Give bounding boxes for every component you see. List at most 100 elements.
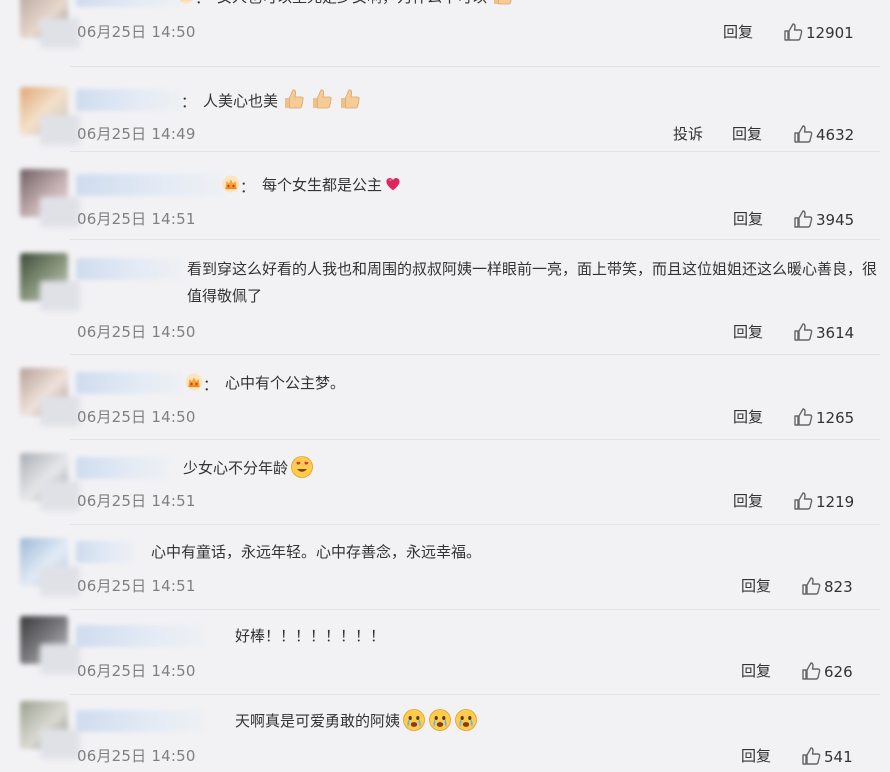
like-count: 3945 [816, 211, 855, 229]
avatar-blur-mask [40, 566, 80, 596]
like-count: 3614 [816, 324, 855, 342]
like-count: 1265 [816, 409, 855, 427]
comment-text-content: 心中有个公主梦。 [225, 374, 346, 392]
comment-text-content: 好棒！！！！！！！！ [235, 627, 386, 645]
comment-item: ：少女心不分年龄06月25日 14:51回复1219 [0, 440, 880, 525]
reply-button[interactable]: 回复 [741, 660, 771, 681]
report-button[interactable]: 投诉 [673, 123, 703, 144]
crying-face-icon [402, 708, 426, 732]
comment-text-content: 看到穿这么好看的人我也和周围的叔叔阿姨一样眼前一亮，面上带笑，而且这位姐姐还这么… [187, 260, 878, 305]
like-button[interactable]: 3614 [793, 322, 854, 342]
comment-text: 每个女生都是公主 [262, 172, 402, 202]
comment-item: ：好棒！！！！！！！！06月25日 14:50回复626 [0, 610, 880, 695]
reply-button[interactable]: 回复 [741, 745, 771, 766]
thumbs-up-outline-icon [793, 210, 816, 229]
crown-badge-icon [222, 175, 240, 193]
reply-button[interactable]: 回复 [733, 406, 763, 427]
thumbs-up-icon [282, 87, 306, 111]
reply-button[interactable]: 回复 [732, 123, 762, 144]
thumbs-up-outline-icon [793, 125, 816, 144]
comment-text: 人美心也美 [203, 87, 362, 115]
comment-item: ： 每个女生都是公主 06月25日 14:51 回复 3945 [0, 152, 880, 240]
crying-face-icon [428, 708, 452, 732]
avatar-blur-mask [40, 197, 80, 227]
username-redacted[interactable] [76, 0, 181, 7]
thumbs-up-outline-icon [793, 492, 816, 511]
username-redacted[interactable] [76, 457, 168, 479]
comment-text-content: 女人也可以至死是少女啊，为什么不可以 [217, 0, 487, 6]
avatar-blur-mask [40, 18, 80, 48]
like-button[interactable]: 823 [801, 576, 853, 596]
comment-item: 看到穿这么好看的人我也和周围的叔叔阿姨一样眼前一亮，面上带笑，而且这位姐姐还这么… [0, 240, 880, 355]
comment-text: 好棒！！！！！！！！ [235, 623, 385, 650]
thumbs-up-outline-icon [801, 747, 824, 766]
avatar-blur-mask [40, 115, 80, 145]
comment-timestamp: 06月25日 14:51 [77, 492, 196, 510]
comment-text-content: 每个女生都是公主 [262, 176, 383, 194]
comment-item: ：天啊真是可爱勇敢的阿姨06月25日 14:50回复541 [0, 695, 880, 772]
thumbs-up-outline-icon [783, 23, 806, 42]
reply-button[interactable]: 回复 [733, 490, 763, 511]
username-redacted[interactable] [76, 174, 224, 196]
comment-timestamp: 06月25日 14:51 [77, 210, 196, 228]
like-count: 12901 [806, 24, 854, 42]
like-button[interactable]: 541 [801, 746, 853, 766]
comment-text: 看到穿这么好看的人我也和周围的叔叔阿姨一样眼前一亮，面上带笑，而且这位姐姐还这么… [187, 256, 877, 310]
comment-timestamp: 06月25日 14:50 [77, 23, 196, 41]
username-redacted[interactable] [76, 372, 184, 394]
reply-button[interactable]: 回复 [733, 208, 763, 229]
comment-item: ： 人美心也美 06月25日 14:49 投诉 回复 4632 [0, 67, 880, 152]
like-button[interactable]: 1219 [793, 491, 854, 511]
like-button[interactable]: 4632 [793, 124, 854, 144]
comment-text: 心中有个公主梦。 [225, 370, 345, 397]
username-redacted[interactable] [76, 710, 204, 732]
comment-text-content: 天啊真是可爱勇敢的阿姨 [235, 712, 401, 730]
comment-list: ： 女人也可以至死是少女啊，为什么不可以 06月25日 14:50 回复 12901 ： 人… [0, 0, 890, 772]
separator-colon: ： [195, 0, 210, 8]
comment-text: 少女心不分年龄 [183, 455, 314, 482]
username-redacted[interactable] [76, 89, 181, 111]
heart-icon [384, 175, 402, 202]
comment-text-content: 人美心也美 [203, 92, 279, 110]
username-redacted[interactable] [76, 625, 204, 647]
avatar-blur-mask [40, 481, 80, 511]
reply-button[interactable]: 回复 [723, 21, 753, 42]
thumbs-up-outline-icon [801, 577, 824, 596]
avatar-blur-mask [40, 644, 80, 674]
crying-face-icon [454, 708, 478, 732]
reply-button[interactable]: 回复 [741, 575, 771, 596]
comment-text: 心中有童话，永远年轻。心中存善念，永远幸福。 [151, 539, 481, 566]
avatar-blur-mask [40, 396, 80, 426]
crown-badge-icon [177, 0, 195, 4]
like-button[interactable]: 626 [801, 661, 853, 681]
reply-button[interactable]: 回复 [733, 321, 763, 342]
like-button[interactable]: 1265 [793, 407, 854, 427]
comment-item: ： 心中有个公主梦。 06月25日 14:50 回复 1265 [0, 355, 880, 440]
comment-timestamp: 06月25日 14:50 [77, 323, 196, 341]
username-redacted[interactable] [76, 541, 136, 563]
comment-item: ：心中有童话，永远年轻。心中存善念，永远幸福。06月25日 14:51回复823 [0, 525, 880, 610]
separator-colon: ： [240, 178, 256, 196]
like-button[interactable]: 3945 [793, 209, 854, 229]
comment-text-content: 心中有童话，永远年轻。心中存善念，永远幸福。 [151, 543, 482, 561]
like-count: 4632 [816, 126, 855, 144]
thumbs-up-outline-icon [793, 323, 816, 342]
thumbs-up-outline-icon [801, 662, 824, 681]
comment-timestamp: 06月25日 14:51 [77, 577, 196, 595]
thumbs-up-icon [491, 0, 515, 7]
like-count: 1219 [816, 493, 855, 511]
separator-colon: ： [181, 93, 197, 111]
like-count: 541 [824, 748, 853, 766]
comment-text: 天啊真是可爱勇敢的阿姨 [235, 708, 478, 735]
comment-timestamp: 06月25日 14:49 [77, 125, 196, 143]
username-redacted[interactable] [76, 258, 181, 280]
heart-eyes-icon [290, 455, 314, 479]
comment-text-content: 少女心不分年龄 [183, 459, 289, 477]
like-button[interactable]: 12901 [783, 22, 854, 42]
comment-timestamp: 06月25日 14:50 [77, 747, 196, 765]
like-count: 823 [824, 578, 853, 596]
comment-timestamp: 06月25日 14:50 [77, 662, 196, 680]
thumbs-up-icon [310, 87, 334, 111]
comment-item: ： 女人也可以至死是少女啊，为什么不可以 06月25日 14:50 回复 12901 [0, 0, 880, 67]
thumbs-up-icon [338, 87, 362, 111]
